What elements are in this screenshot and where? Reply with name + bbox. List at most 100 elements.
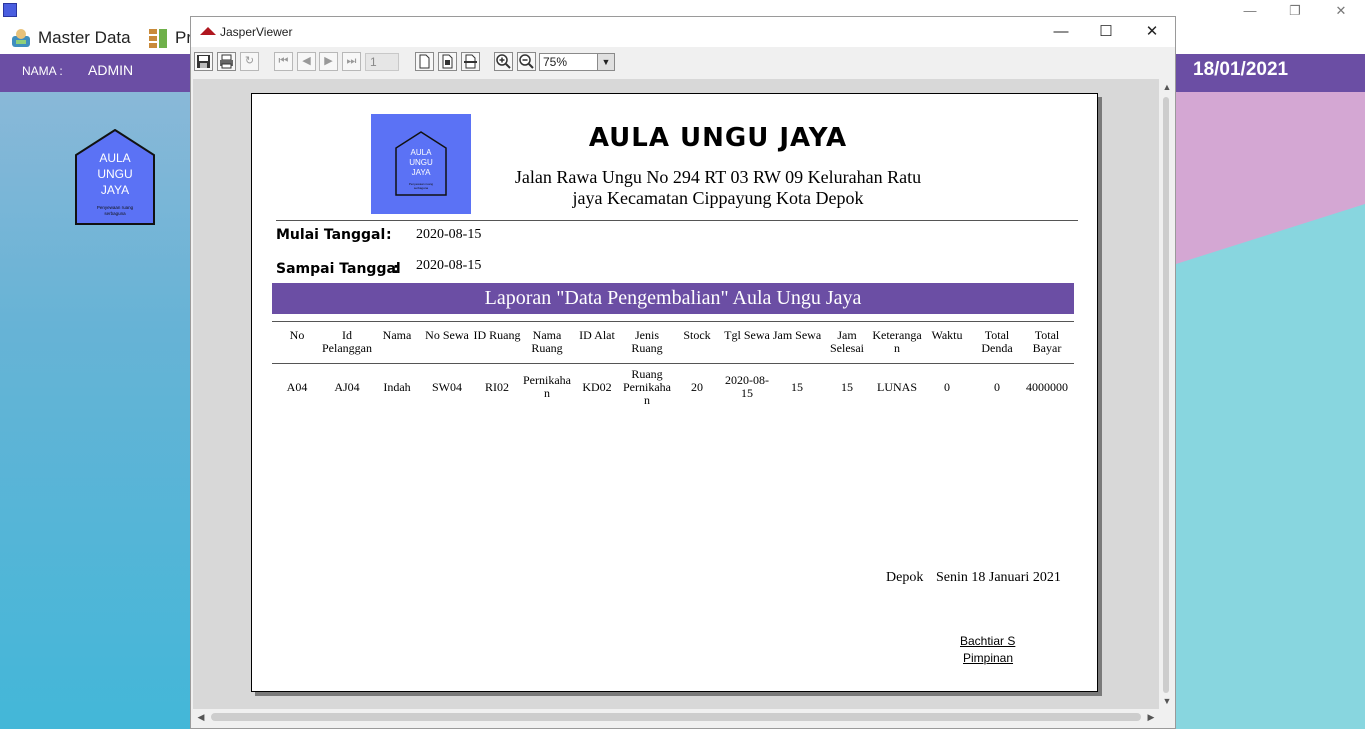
end-date-colon: : bbox=[393, 261, 399, 277]
horizontal-scroll-thumb[interactable] bbox=[211, 713, 1141, 721]
scroll-left-icon[interactable]: ◀ bbox=[193, 709, 209, 725]
table-header-text: Jam Sewa bbox=[772, 328, 822, 342]
svg-text:serbaguna: serbaguna bbox=[414, 186, 429, 190]
app-minimize-button[interactable]: — bbox=[1236, 2, 1264, 20]
end-date-value: 2020-08-15 bbox=[416, 258, 482, 273]
menu-second[interactable]: Pr bbox=[147, 25, 192, 51]
table-header-cell: Total Denda bbox=[972, 329, 1022, 355]
current-date: 18/01/2021 bbox=[1193, 59, 1289, 80]
save-icon bbox=[197, 55, 210, 68]
table-header-cell: Jenis Ruang bbox=[622, 329, 672, 355]
table-header-text: Tgl Sewa bbox=[724, 328, 770, 342]
scroll-up-icon[interactable]: ▲ bbox=[1159, 79, 1175, 95]
table-cell-text: n bbox=[644, 392, 650, 407]
table-cell-text: Indah bbox=[383, 379, 411, 394]
table-header-cell: Nama Ruang bbox=[522, 329, 572, 355]
fit-page-button[interactable] bbox=[438, 52, 457, 71]
last-page-button[interactable]: ⏭ bbox=[342, 52, 361, 71]
vertical-scroll-thumb[interactable] bbox=[1163, 97, 1169, 693]
table-cell-text: 4000000 bbox=[1026, 379, 1068, 394]
reload-icon: ↻ bbox=[244, 55, 255, 67]
table-header-text: Stock bbox=[683, 328, 711, 342]
table-cell: KD02 bbox=[572, 380, 622, 394]
zoom-out-button[interactable] bbox=[517, 52, 536, 71]
jasper-logo-icon bbox=[200, 27, 216, 35]
first-page-button[interactable]: ⏮ bbox=[274, 52, 293, 71]
table-cell-text: Pernikaha bbox=[623, 379, 671, 394]
horizontal-scrollbar[interactable]: ◀ ▶ bbox=[193, 709, 1159, 725]
viewer-close-button[interactable]: ✕ bbox=[1134, 21, 1170, 43]
table-header-text: ID Ruang bbox=[473, 328, 521, 342]
table-cell-text: LUNAS bbox=[876, 379, 917, 394]
table-cell-text: 15 bbox=[841, 379, 853, 394]
viewer-minimize-button[interactable]: — bbox=[1043, 21, 1079, 43]
report-logo: AULA UNGU JAYA Penyewaan ruang serbaguna bbox=[371, 114, 471, 214]
reload-button[interactable]: ↻ bbox=[240, 52, 259, 71]
viewer-maximize-button[interactable]: ☐ bbox=[1088, 21, 1124, 43]
table-cell: Indah bbox=[372, 379, 422, 394]
table-cell: 0 bbox=[972, 380, 1022, 394]
table-header-cell: No Sewa bbox=[422, 329, 472, 342]
table-header-cell: ID Alat bbox=[572, 329, 622, 342]
table-cell-text: 15 bbox=[741, 386, 753, 400]
start-date-colon: : bbox=[386, 227, 392, 243]
table-cell-text: SW04 bbox=[432, 379, 462, 394]
app-restore-button[interactable]: ❐ bbox=[1281, 2, 1309, 20]
table-cell: 20 bbox=[672, 379, 722, 394]
fit-page-icon bbox=[442, 54, 453, 69]
table-cell-text: Ruang bbox=[631, 366, 663, 381]
menu-master-data-label: Master Data bbox=[38, 28, 131, 47]
table-header-cell: No bbox=[272, 329, 322, 342]
table-header-cell: Keteranga n bbox=[872, 329, 922, 355]
end-date-label: Sampai Tanggal bbox=[276, 261, 401, 277]
app-close-button[interactable]: ✕ bbox=[1327, 2, 1355, 20]
table-cell: Ruang Pernikaha n bbox=[622, 366, 672, 407]
actual-size-button[interactable] bbox=[415, 52, 434, 71]
next-page-button[interactable]: ▶ bbox=[319, 52, 338, 71]
fit-width-icon bbox=[464, 54, 477, 69]
app-icon bbox=[3, 3, 17, 17]
company-name: AULA UNGU JAYA bbox=[588, 123, 848, 153]
table-header-text: Nama bbox=[382, 328, 412, 342]
address-line-1: Jalan Rawa Ungu No 294 RT 03 RW 09 Kelur… bbox=[514, 167, 922, 187]
table-header-text: Bayar bbox=[1032, 341, 1062, 355]
zoom-in-button[interactable] bbox=[494, 52, 513, 71]
table-header-cell: Total Bayar bbox=[1022, 329, 1072, 355]
svg-text:AULA: AULA bbox=[99, 151, 130, 165]
scroll-right-icon[interactable]: ▶ bbox=[1143, 709, 1159, 725]
actual-size-icon bbox=[419, 54, 430, 69]
table-cell-text: 0 bbox=[944, 379, 950, 394]
menu-master-data[interactable]: Master Data bbox=[10, 25, 131, 51]
page-number-input[interactable]: 1 bbox=[365, 53, 399, 71]
fit-width-button[interactable] bbox=[461, 52, 480, 71]
table-header-text: Selesai bbox=[830, 341, 864, 355]
start-date-label: Mulai Tanggal bbox=[276, 227, 386, 243]
table-cell: 15 bbox=[772, 380, 822, 394]
zoom-select[interactable]: 75% ▼ bbox=[539, 53, 615, 71]
table-header-cell: Jam Sewa bbox=[772, 329, 822, 342]
next-page-icon: ▶ bbox=[324, 55, 333, 67]
report-page: AULA UNGU JAYA Penyewaan ruang serbaguna… bbox=[251, 93, 1098, 692]
save-button[interactable] bbox=[194, 52, 213, 71]
svg-text:AULA: AULA bbox=[411, 148, 433, 157]
app-logo: AULA UNGU JAYA Penyewaan ruang serbaguna bbox=[75, 129, 155, 225]
table-cell-text: AJ04 bbox=[334, 379, 360, 394]
table-header-text: No bbox=[289, 328, 305, 342]
svg-text:serbaguna: serbaguna bbox=[104, 211, 126, 216]
nama-value: ADMIN bbox=[88, 62, 134, 78]
signature-date: Senin 18 Januari 2021 bbox=[936, 570, 1061, 585]
scroll-down-icon[interactable]: ▼ bbox=[1159, 693, 1175, 709]
viewer-title: JasperViewer bbox=[220, 25, 293, 39]
table-header-cell: Stock bbox=[672, 329, 722, 342]
table-cell: LUNAS bbox=[872, 379, 922, 394]
chevron-down-icon[interactable]: ▼ bbox=[597, 54, 614, 70]
svg-text:JAYA: JAYA bbox=[412, 168, 431, 177]
vertical-scrollbar[interactable]: ▲ ▼ bbox=[1159, 79, 1175, 709]
signer-name: Bachtiar S bbox=[960, 634, 1016, 648]
report-title-banner: Laporan "Data Pengembalian" Aula Ungu Ja… bbox=[272, 283, 1074, 314]
report-viewport[interactable]: AULA UNGU JAYA Penyewaan ruang serbaguna… bbox=[193, 79, 1159, 709]
table-header-cell: Tgl Sewa bbox=[722, 329, 772, 342]
previous-page-button[interactable]: ◀ bbox=[297, 52, 316, 71]
table-cell-text: 20 bbox=[691, 379, 703, 394]
print-button[interactable] bbox=[217, 52, 236, 71]
